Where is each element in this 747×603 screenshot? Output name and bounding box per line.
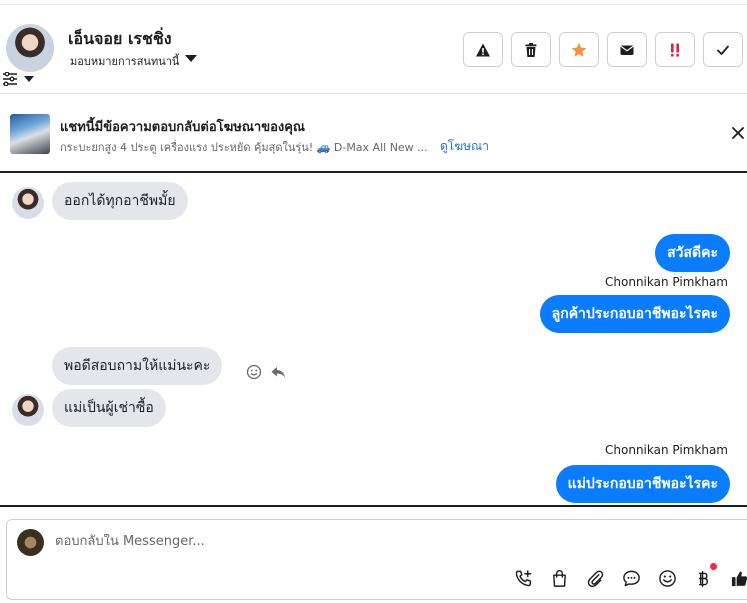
assign-conversation-dropdown[interactable]: มอบหมายการสนทนานี้ (70, 52, 198, 70)
shopping-bag-icon (552, 569, 566, 587)
message-bubble-outgoing[interactable]: ลูกค้าประกอบอาชีพอะไรคะ (539, 295, 730, 333)
contact-avatar[interactable] (6, 24, 54, 72)
ad-thumbnail[interactable] (10, 114, 50, 154)
paperclip-icon (587, 570, 603, 587)
attach-button[interactable] (585, 568, 605, 588)
message-bubble-incoming[interactable]: แม่เป็นผู้เช่าซื้อ (52, 389, 166, 427)
saved-replies-button[interactable] (621, 568, 641, 588)
reply-composer (6, 519, 747, 600)
message-bubble-outgoing[interactable]: แม่ประกอบอาชีพอะไรคะ (555, 465, 730, 503)
header-actions (463, 32, 743, 67)
sender-name: Chonnikan Pimkham (605, 275, 728, 289)
shop-button[interactable] (549, 568, 569, 588)
message-bubble-outgoing[interactable]: สวัสดีคะ (655, 234, 730, 272)
sliders-icon (3, 72, 17, 86)
notification-dot (710, 563, 717, 570)
star-icon (571, 42, 587, 57)
reply-input[interactable] (55, 534, 455, 549)
contact-avatar-small[interactable] (12, 187, 44, 219)
filter-dropdown[interactable] (2, 72, 34, 86)
react-emoji-icon[interactable] (246, 364, 262, 380)
chevron-down-icon (185, 54, 198, 62)
conversation-header: เอ็นจอย เรชชิ่ง มอบหมายการสนทนานี้ (0, 0, 747, 94)
delete-button[interactable] (511, 32, 551, 67)
contact-name[interactable]: เอ็นจอย เรชชิ่ง (68, 27, 172, 52)
trash-icon (525, 42, 537, 57)
checkmark-icon (717, 45, 729, 55)
star-button[interactable] (559, 32, 599, 67)
envelope-icon (620, 45, 634, 55)
ad-reply-banner: แชทนี้มีข้อความตอบกลับต่อโฆษณาของคุณ กระ… (0, 95, 747, 173)
message-bubble-incoming[interactable]: พอดีสอบถามให้แม่นะคะ (52, 347, 223, 385)
call-add-button[interactable] (513, 568, 533, 588)
call-add-icon (515, 569, 531, 586)
contact-avatar-small[interactable] (12, 394, 44, 426)
message-bubble-incoming[interactable]: ออกได้ทุกอาชีพมั้ย (52, 182, 188, 220)
composer-toolbar (513, 563, 747, 588)
close-icon[interactable] (731, 126, 745, 140)
mark-unread-button[interactable] (607, 32, 647, 67)
message-thread[interactable]: ออกได้ทุกอาชีพมั้ย สวัสดีคะ Chonnikan Pi… (0, 175, 747, 507)
chevron-down-icon (24, 76, 34, 82)
view-ad-link[interactable]: ดูโฆษณา (440, 137, 489, 156)
like-icon (731, 571, 747, 586)
assign-label: มอบหมายการสนทนานี้ (70, 55, 180, 68)
exclamation-icon (671, 43, 679, 57)
mark-important-button[interactable] (655, 32, 695, 67)
saved-reply-icon (622, 570, 640, 586)
mark-done-button[interactable] (703, 32, 743, 67)
like-button[interactable] (729, 568, 747, 588)
sender-name: Chonnikan Pimkham (605, 443, 728, 457)
ad-banner-description: กระบะยกสูง 4 ประตู เครื่องแรง ประหยัด คุ… (60, 141, 428, 154)
report-spam-button[interactable] (463, 32, 503, 67)
ad-banner-title: แชทนี้มีข้อความตอบกลับต่อโฆษณาของคุณ (60, 120, 305, 135)
payment-button[interactable] (693, 563, 717, 588)
reply-icon[interactable] (270, 364, 286, 380)
warning-icon (476, 43, 490, 56)
emoji-icon (658, 569, 676, 587)
page-avatar (17, 529, 44, 556)
baht-payment-icon (698, 570, 708, 587)
emoji-button[interactable] (657, 568, 677, 588)
